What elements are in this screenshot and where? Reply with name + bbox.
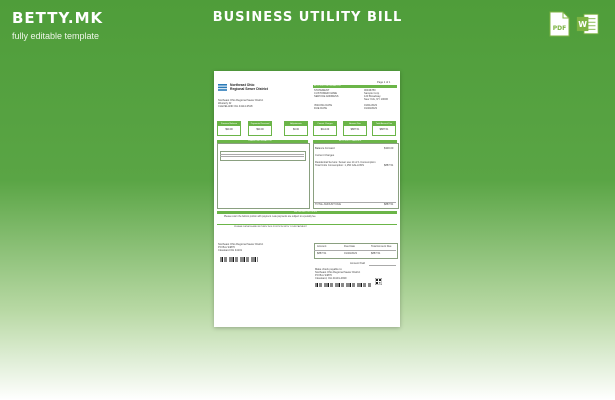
summary-tile: Adjustments $0.00 — [284, 121, 308, 136]
stub-address-line: Cleveland OH 44101 — [218, 249, 243, 252]
stub-value: $887.51 — [317, 252, 327, 255]
charge-value: $330.00 — [384, 147, 394, 150]
info-value: 01/20/2023 — [364, 107, 377, 110]
tile-value: $0.00 — [293, 128, 299, 131]
summary-tile: Amount Due $887.51 — [343, 121, 367, 136]
bill-document-preview: Page 1 of 1 Northeast Ohio Regional Sewe… — [214, 71, 400, 327]
remit-line: Cleveland, OH 44101-4939 — [315, 277, 347, 280]
stub-header: Account — [317, 245, 327, 248]
account-info-header: ACCOUNT INFORMATION — [314, 85, 341, 87]
tile-value: $887.51 — [350, 128, 360, 131]
word-file-icon[interactable]: W — [576, 11, 599, 37]
sewer-district-logo — [218, 84, 227, 91]
tile-value: $90.00 — [256, 128, 264, 131]
info-label: SERVICE ADDRESS — [314, 95, 339, 98]
word-label: W — [578, 20, 587, 29]
remit-barcode — [315, 283, 371, 287]
detach-notice: PLEASE DETACH AND RETURN THIS PORTION WI… — [234, 226, 307, 228]
stub-barcode — [220, 257, 258, 262]
stub-value: $887.51 — [371, 252, 381, 255]
page-title: BUSINESS UTILITY BILL — [212, 10, 403, 25]
summary-tile: Previous Balance $90.00 — [217, 121, 241, 136]
tile-value: $112.00 — [320, 128, 330, 131]
charge-label: Balance Forward — [315, 147, 335, 150]
tile-value: $887.51 — [379, 128, 389, 131]
address-line: CLEVELAND OH 44114-3518 — [218, 105, 253, 108]
charge-label: Total Units Consumption: 1,150 GALLONS — [315, 164, 365, 167]
stub-header: Due Date — [344, 245, 355, 248]
stub-header: Total Amount Due — [371, 245, 392, 248]
company-name-2: Regional Sewer District — [230, 87, 268, 91]
notice-header: IMPORTANT NOTICES — [294, 211, 317, 213]
page-number: Page 1 of 1 — [377, 81, 391, 84]
charge-value: $887.51 — [384, 164, 394, 167]
pdf-file-icon[interactable]: PDF — [548, 11, 571, 37]
tile-value: $90.00 — [225, 128, 233, 131]
total-label: TOTAL AMOUNT DUE — [315, 203, 341, 206]
summary-tile: Payments Received $90.00 — [248, 121, 272, 136]
notice-text: Please return the bottom portion with pa… — [224, 216, 317, 218]
pdf-label: PDF — [553, 25, 566, 32]
qr-code-icon — [375, 278, 382, 285]
brand-tagline: fully editable template — [12, 31, 100, 41]
amount-paid-label: Amount Paid — [350, 262, 365, 265]
info-label: DUE DATE — [314, 107, 327, 110]
total-value: $887.51 — [384, 203, 394, 206]
summary-tile: Total Amount Due $887.51 — [372, 121, 396, 136]
summary-tile: Current Charges $112.00 — [313, 121, 337, 136]
stub-value: 01/20/2023 — [344, 252, 357, 255]
charges-panel — [313, 143, 399, 209]
charge-label: Current Charges — [315, 154, 335, 157]
info-value: New York, NY 10006 — [364, 98, 388, 101]
